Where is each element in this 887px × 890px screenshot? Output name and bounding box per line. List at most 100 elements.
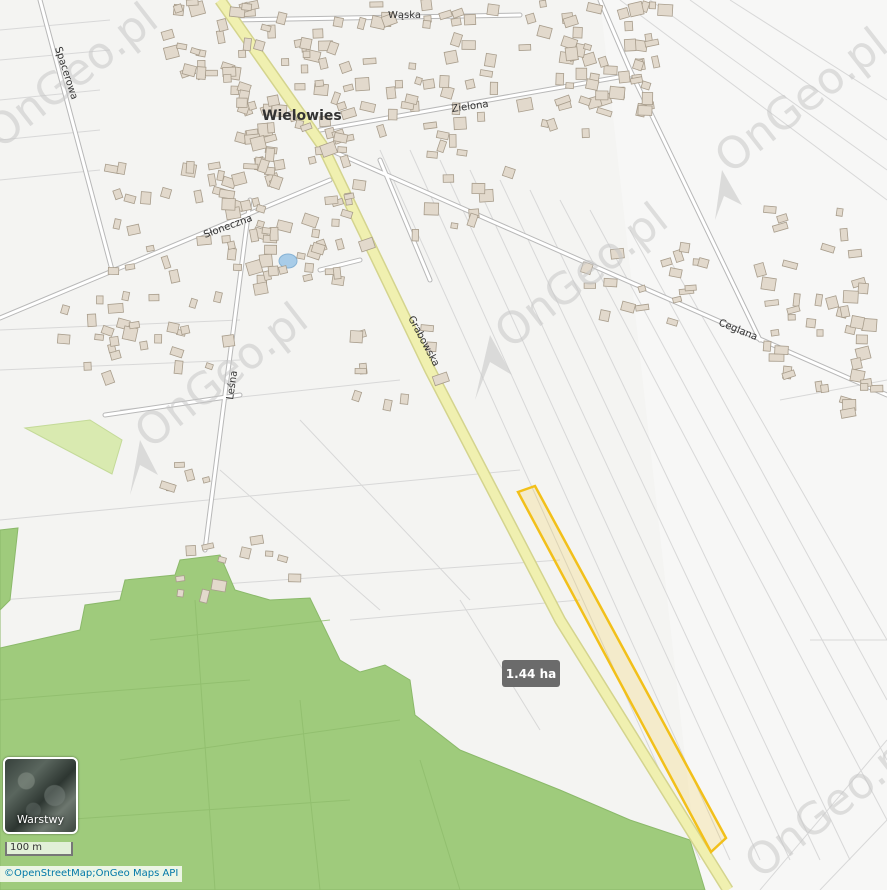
building bbox=[657, 3, 674, 17]
building bbox=[173, 461, 185, 469]
building bbox=[456, 148, 468, 157]
building bbox=[839, 305, 851, 319]
building bbox=[349, 330, 364, 344]
building bbox=[443, 49, 459, 65]
building bbox=[249, 534, 265, 546]
building bbox=[855, 334, 868, 345]
building bbox=[56, 333, 71, 345]
building bbox=[461, 40, 476, 50]
building bbox=[253, 39, 266, 52]
scale-bar: 100 m bbox=[5, 842, 73, 856]
building bbox=[354, 77, 370, 92]
building bbox=[617, 70, 631, 84]
building bbox=[516, 96, 534, 113]
building bbox=[362, 57, 377, 65]
building bbox=[304, 262, 315, 273]
map-graphics: OnGeo.pl OnGeo.pl OnGeo.pl OnGeo.pl OnGe… bbox=[0, 0, 887, 890]
building bbox=[145, 244, 155, 253]
building bbox=[128, 320, 141, 330]
building bbox=[399, 393, 410, 405]
building bbox=[331, 218, 340, 227]
building bbox=[154, 334, 163, 344]
building bbox=[825, 295, 840, 310]
building bbox=[770, 328, 780, 337]
building bbox=[311, 228, 321, 239]
building bbox=[222, 73, 232, 83]
building bbox=[247, 100, 258, 111]
building bbox=[175, 575, 186, 583]
building bbox=[354, 367, 367, 375]
building bbox=[442, 174, 455, 183]
building bbox=[288, 573, 302, 583]
building bbox=[312, 28, 324, 39]
building bbox=[820, 383, 830, 394]
building bbox=[814, 293, 824, 307]
map-canvas[interactable]: OnGeo.pl OnGeo.pl OnGeo.pl OnGeo.pl OnGe… bbox=[0, 0, 887, 890]
building bbox=[555, 72, 565, 86]
building bbox=[273, 158, 286, 171]
building bbox=[124, 263, 136, 271]
building bbox=[300, 64, 309, 74]
building bbox=[140, 191, 152, 205]
building bbox=[835, 207, 844, 217]
building bbox=[408, 62, 417, 70]
attribution-link[interactable]: ©OpenStreetMap;OnGeo Maps API bbox=[0, 866, 183, 882]
building bbox=[307, 155, 317, 165]
building bbox=[859, 383, 869, 391]
building bbox=[760, 276, 777, 292]
building bbox=[684, 284, 697, 292]
building bbox=[242, 37, 252, 52]
building bbox=[86, 313, 97, 328]
building bbox=[139, 340, 149, 351]
building bbox=[847, 248, 863, 259]
building bbox=[768, 353, 785, 362]
building bbox=[277, 265, 289, 275]
building bbox=[637, 105, 653, 116]
building bbox=[420, 0, 433, 12]
building bbox=[236, 97, 248, 108]
building bbox=[668, 267, 683, 279]
building bbox=[608, 85, 626, 101]
building bbox=[565, 82, 575, 90]
building bbox=[805, 317, 817, 329]
building bbox=[121, 290, 131, 302]
building bbox=[787, 314, 796, 321]
building bbox=[857, 282, 869, 295]
building bbox=[83, 361, 92, 371]
building bbox=[266, 122, 276, 134]
building bbox=[764, 299, 780, 307]
building bbox=[518, 44, 532, 52]
pond bbox=[278, 253, 298, 269]
building bbox=[226, 247, 237, 261]
building bbox=[369, 1, 384, 8]
building bbox=[385, 86, 397, 100]
building bbox=[218, 188, 236, 200]
building bbox=[302, 50, 311, 58]
building bbox=[603, 65, 618, 76]
building bbox=[448, 134, 457, 148]
building bbox=[538, 0, 547, 8]
building bbox=[249, 135, 267, 152]
building bbox=[205, 69, 218, 77]
building bbox=[641, 91, 654, 106]
building bbox=[109, 335, 120, 347]
building bbox=[96, 295, 104, 305]
building bbox=[382, 398, 393, 412]
building bbox=[489, 81, 499, 96]
building bbox=[627, 0, 645, 18]
building bbox=[314, 79, 325, 88]
building bbox=[226, 240, 236, 250]
building bbox=[423, 202, 440, 216]
building bbox=[210, 578, 228, 593]
building bbox=[564, 46, 579, 62]
building bbox=[337, 146, 348, 154]
building bbox=[387, 108, 398, 121]
layers-button[interactable]: Warstwy bbox=[3, 757, 78, 834]
building bbox=[598, 309, 611, 323]
building bbox=[294, 83, 306, 91]
building bbox=[763, 205, 777, 214]
building bbox=[267, 265, 279, 277]
building bbox=[243, 163, 259, 170]
building bbox=[792, 293, 801, 307]
street-label-waska: Wąska bbox=[388, 10, 421, 21]
